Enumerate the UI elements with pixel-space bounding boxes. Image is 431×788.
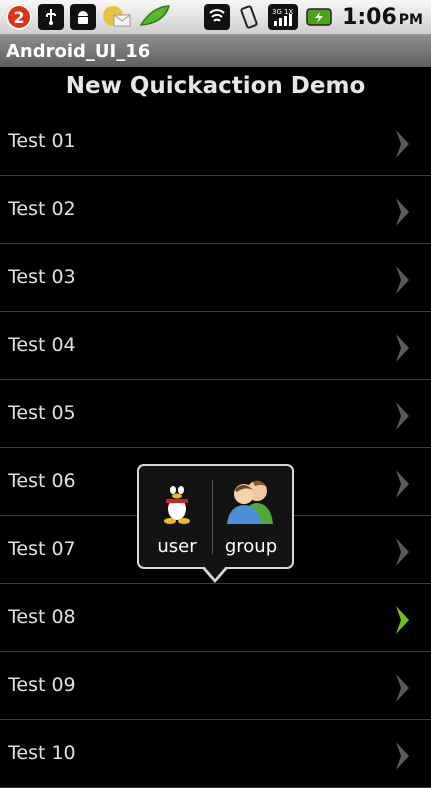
quick-action-user[interactable]: user (143, 478, 211, 562)
list-item[interactable]: Test 01 (0, 108, 431, 176)
list-item[interactable]: Test 02 (0, 176, 431, 244)
status-right: 3G 1X 1:06 PM (204, 3, 423, 31)
list-item[interactable]: Test 10 (0, 720, 431, 788)
list-item[interactable]: Test 09 (0, 652, 431, 720)
list-item[interactable]: Test 05 (0, 380, 431, 448)
penguin-icon (157, 478, 197, 524)
chevron-right-icon (393, 401, 413, 431)
chevron-right-icon (393, 265, 413, 295)
notification-badge[interactable]: 2 (6, 4, 32, 30)
quick-action-group[interactable]: group (217, 478, 285, 562)
list-item[interactable]: Test 08 (0, 584, 431, 652)
chevron-right-icon (393, 469, 413, 499)
chevron-right-icon (393, 197, 413, 227)
battery-charging-icon (305, 6, 335, 28)
android-debug-icon (70, 4, 96, 30)
screen-heading: New Quickaction Demo (65, 73, 366, 99)
peas-icon (138, 3, 172, 31)
popup-pointer (201, 565, 229, 583)
app-title-bar: Android_UI_16 (0, 35, 431, 67)
chevron-right-icon (393, 333, 413, 363)
chevron-right-icon (393, 741, 413, 771)
status-left: 2 (6, 3, 172, 31)
clock: 1:06 PM (342, 4, 423, 30)
email-icon (102, 4, 132, 30)
list-item-label: Test 02 (8, 198, 76, 220)
group-icon (225, 478, 277, 524)
quick-action-user-label: user (157, 536, 197, 557)
list-item-label: Test 05 (8, 402, 76, 424)
signal-3g-icon: 3G 1X (268, 4, 299, 30)
list-item-label: Test 07 (8, 538, 76, 560)
list-item-label: Test 10 (8, 742, 76, 764)
test-list: Test 01 Test 02 Test 03 Test 04 Test 05 Test … (0, 108, 431, 788)
list-item-label: Test 04 (8, 334, 76, 356)
list-item[interactable]: Test 03 (0, 244, 431, 312)
chevron-right-icon (393, 537, 413, 567)
wifi-icon (204, 4, 231, 30)
list-item-label: Test 09 (8, 674, 76, 696)
vibrate-icon (237, 4, 261, 30)
app-title: Android_UI_16 (6, 40, 151, 62)
quick-action-group-label: group (224, 536, 278, 557)
list-item-label: Test 03 (8, 266, 76, 288)
list-item-label: Test 08 (8, 606, 76, 628)
list-item-label: Test 06 (8, 470, 76, 492)
usb-icon (38, 4, 64, 30)
list-item[interactable]: Test 04 (0, 312, 431, 380)
chevron-right-icon (393, 605, 413, 635)
status-bar: 2 3G 1X 1:06 PM (0, 0, 431, 35)
chevron-right-icon (393, 673, 413, 703)
popup-divider (212, 480, 213, 554)
chevron-right-icon (393, 129, 413, 159)
quick-action-popup: user group (137, 464, 294, 583)
list-item-label: Test 01 (8, 130, 76, 152)
